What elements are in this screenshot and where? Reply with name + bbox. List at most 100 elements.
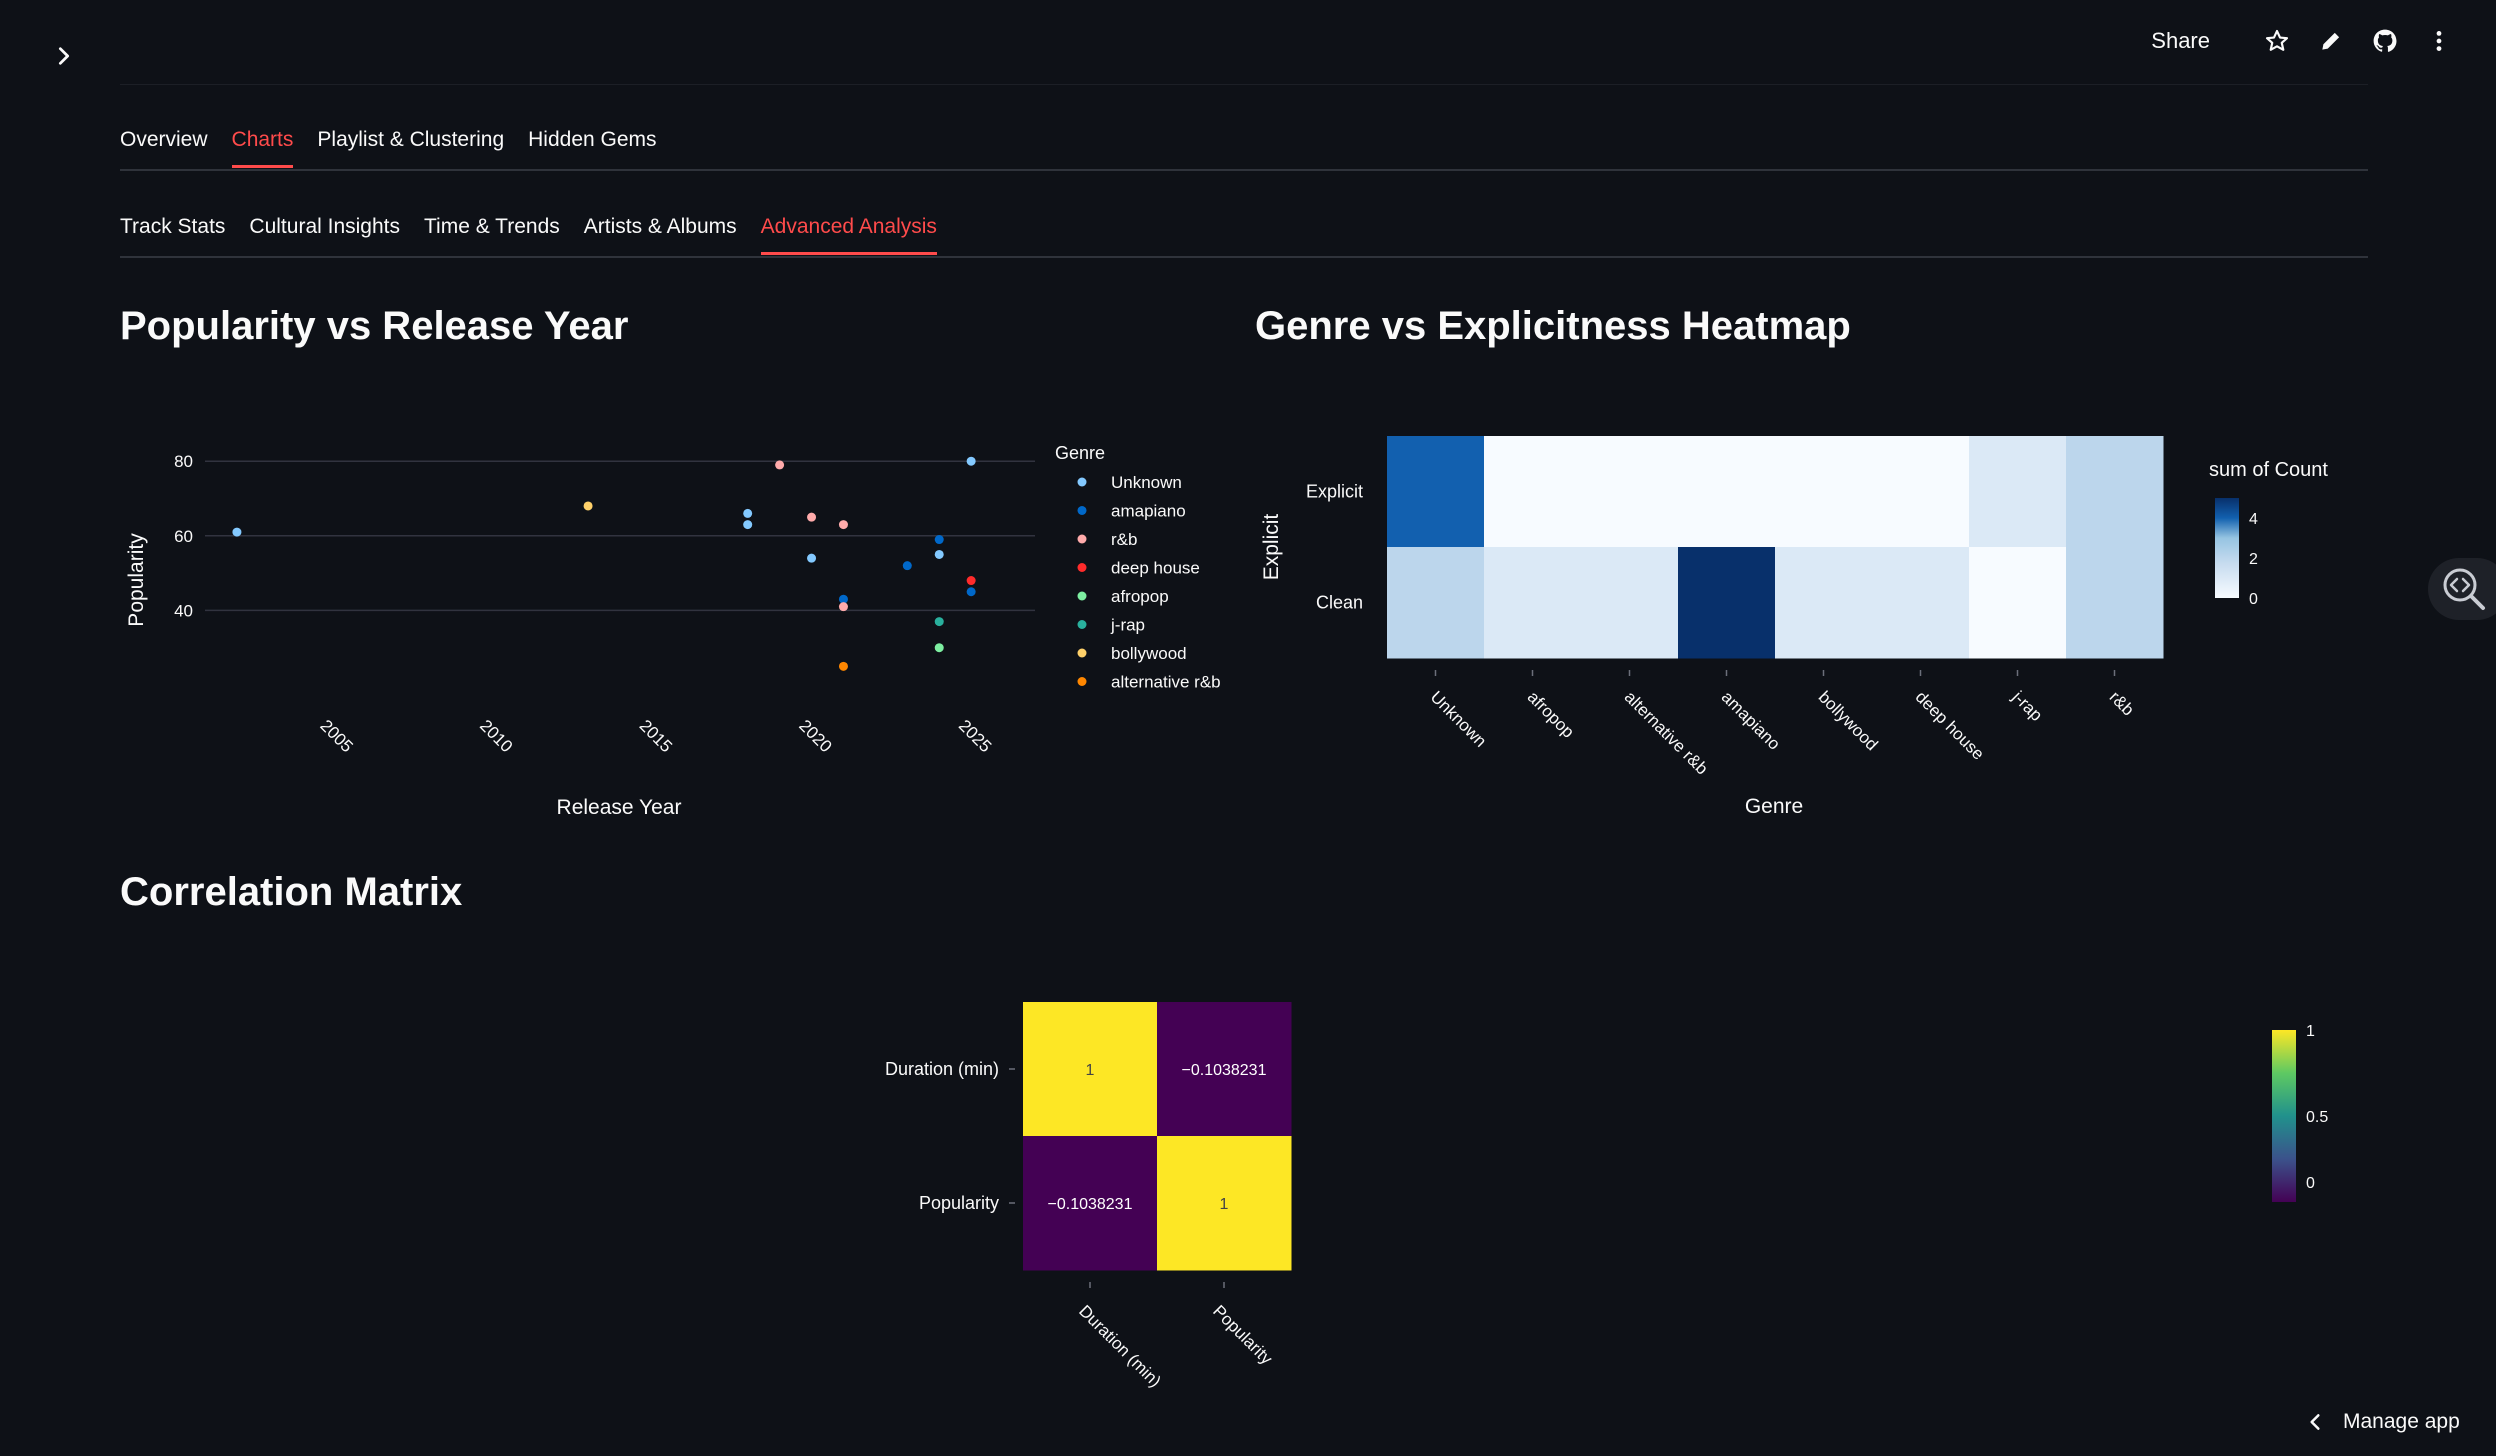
github-icon xyxy=(2373,29,2397,52)
heatmap-cell[interactable] xyxy=(1969,547,2067,659)
legend-marker[interactable] xyxy=(1077,534,1087,544)
legend-marker[interactable] xyxy=(1077,506,1087,515)
y-tick-label: Popularity xyxy=(919,1193,999,1213)
data-point[interactable] xyxy=(838,602,848,612)
cell-value-label: −0.1038231 xyxy=(1048,1196,1133,1213)
main-menu-button[interactable] xyxy=(2422,24,2456,58)
more-vertical-icon xyxy=(2436,31,2442,51)
data-point[interactable] xyxy=(966,456,976,466)
tab-track-stats[interactable]: Track Stats xyxy=(120,215,225,253)
tab-advanced-analysis[interactable]: Advanced Analysis xyxy=(760,215,938,255)
x-tick-label: 2020 xyxy=(795,716,835,756)
legend-label[interactable]: j-rap xyxy=(1110,616,1145,635)
colorbar xyxy=(2215,498,2239,598)
sidebar-expand-button[interactable] xyxy=(48,40,80,72)
tab-hidden-gems[interactable]: Hidden Gems xyxy=(528,128,656,166)
genre-colorbar-title: sum of Count xyxy=(2209,459,2328,481)
data-point[interactable] xyxy=(934,617,944,627)
cell-value-label: 1 xyxy=(1086,1062,1095,1079)
heatmap-cell[interactable] xyxy=(1484,436,1582,548)
legend-label[interactable]: afropop xyxy=(1111,587,1169,606)
y-tick-label: 60 xyxy=(174,527,193,546)
tab-artists-albums[interactable]: Artists & Albums xyxy=(584,215,737,253)
heatmap-cell[interactable] xyxy=(1872,547,1970,659)
colorbar-tick-label: 1 xyxy=(2306,1023,2315,1040)
x-tick-label: j-rap xyxy=(2008,687,2046,725)
data-point[interactable] xyxy=(743,520,753,530)
data-point[interactable] xyxy=(807,553,817,563)
main-tab-list: Overview Charts Playlist & Clustering Hi… xyxy=(120,128,681,168)
data-point[interactable] xyxy=(232,527,242,537)
heatmap-cell[interactable] xyxy=(1678,436,1776,548)
legend-marker[interactable] xyxy=(1077,591,1087,601)
inspect-code-button[interactable] xyxy=(2428,558,2496,620)
data-point[interactable] xyxy=(902,561,912,571)
data-point[interactable] xyxy=(743,508,753,518)
x-tick-label: amapiano xyxy=(1718,687,1784,753)
manage-app-button[interactable]: Manage app xyxy=(2305,1410,2460,1434)
x-tick-label: r&b xyxy=(2106,687,2138,719)
heatmap-cell[interactable] xyxy=(1484,547,1582,659)
favorite-button[interactable] xyxy=(2260,24,2294,58)
data-point[interactable] xyxy=(838,520,848,530)
scatter-xlabel: Release Year xyxy=(557,796,682,819)
legend-label[interactable]: bollywood xyxy=(1111,644,1187,663)
heatmap-cell[interactable] xyxy=(2066,547,2164,659)
legend-marker[interactable] xyxy=(1077,677,1087,686)
x-tick-label: 2025 xyxy=(955,716,995,756)
app-toolbar: Share xyxy=(2151,24,2456,58)
chevron-left-icon xyxy=(2310,1414,2320,1430)
heatmap-cell[interactable] xyxy=(2066,436,2164,548)
y-tick-label: 40 xyxy=(174,601,193,620)
x-tick-label: afropop xyxy=(1524,687,1578,741)
x-tick-label: bollywood xyxy=(1815,687,1882,754)
data-point[interactable] xyxy=(838,661,848,671)
data-point[interactable] xyxy=(775,460,785,470)
legend-label[interactable]: amapiano xyxy=(1111,502,1186,521)
legend-label[interactable]: alternative r&b xyxy=(1111,673,1221,692)
heatmap-cell[interactable] xyxy=(1969,436,2067,548)
heatmap-cell[interactable] xyxy=(1387,547,1485,659)
colorbar-tick-label: 2 xyxy=(2249,551,2258,568)
heatmap-cell[interactable] xyxy=(1775,547,1873,659)
data-point[interactable] xyxy=(966,576,976,586)
legend-marker[interactable] xyxy=(1077,620,1087,629)
tab-playlist-clustering[interactable]: Playlist & Clustering xyxy=(317,128,504,166)
colorbar xyxy=(2272,1030,2296,1202)
y-tick-label: Clean xyxy=(1316,593,1363,613)
data-point[interactable] xyxy=(583,501,593,511)
tab-time-trends[interactable]: Time & Trends xyxy=(424,215,560,253)
github-button[interactable] xyxy=(2368,24,2402,58)
data-point[interactable] xyxy=(966,587,976,597)
data-point[interactable] xyxy=(934,549,944,559)
legend-label[interactable]: deep house xyxy=(1111,559,1200,578)
heatmap-cell[interactable] xyxy=(1387,436,1485,548)
colorbar-tick-label: 0.5 xyxy=(2306,1109,2328,1126)
manage-app-label: Manage app xyxy=(2343,1410,2460,1433)
edit-button[interactable] xyxy=(2314,24,2348,58)
heatmap-cell[interactable] xyxy=(1872,436,1970,548)
legend-marker[interactable] xyxy=(1077,648,1087,658)
x-tick-label: Popularity xyxy=(1209,1301,1276,1368)
heatmap-cell[interactable] xyxy=(1775,436,1873,548)
scatter-section-title: Popularity vs Release Year xyxy=(120,304,629,348)
data-point[interactable] xyxy=(934,643,944,653)
y-tick-label: Explicit xyxy=(1306,482,1363,502)
legend-label[interactable]: r&b xyxy=(1111,530,1137,549)
correlation-matrix-chart: 1 −0.1038231 Duration (min) −0.1038231 1 Popu… xyxy=(885,1002,2328,1391)
scatter-legend-title: Genre xyxy=(1055,443,1105,463)
data-point[interactable] xyxy=(807,512,817,522)
legend-label[interactable]: Unknown xyxy=(1111,473,1182,492)
heatmap-cell[interactable] xyxy=(1581,547,1679,659)
tab-cultural-insights[interactable]: Cultural Insights xyxy=(249,215,400,253)
genre-explicitness-heatmap: Explicit Genre sum of Count Explicit Clea… xyxy=(1260,436,2328,818)
legend-marker[interactable] xyxy=(1077,477,1087,487)
data-point[interactable] xyxy=(934,535,944,545)
heatmap-cell[interactable] xyxy=(1581,436,1679,548)
legend-marker[interactable] xyxy=(1077,563,1087,572)
tab-overview[interactable]: Overview xyxy=(120,128,208,166)
x-tick-label: 2015 xyxy=(636,716,676,756)
tab-charts[interactable]: Charts xyxy=(231,128,293,168)
heatmap-cell[interactable] xyxy=(1678,547,1776,659)
share-button[interactable]: Share xyxy=(2151,28,2210,54)
